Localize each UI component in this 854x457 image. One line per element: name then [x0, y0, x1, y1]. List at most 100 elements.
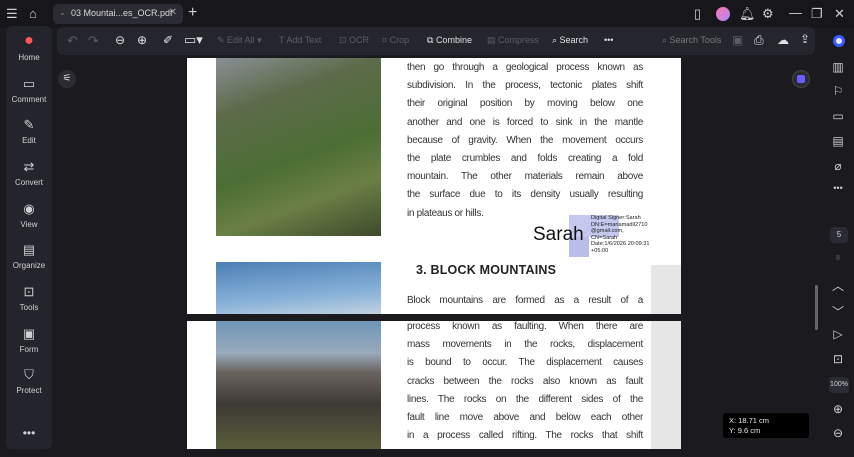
toolbar: ↶ ↷ ⊖ ⊕ ✐ ▭▾ ✎ Edit All ▾ T Add Text ⊡ O…	[57, 27, 815, 55]
bookmark-icon[interactable]: ⚐	[822, 84, 854, 98]
sidebar-label: Convert	[14, 178, 43, 187]
pdf-page: then go through a geological process kno…	[187, 58, 681, 449]
sidebar-label: Tools	[19, 303, 39, 312]
undo-icon[interactable]: ↶	[67, 33, 78, 49]
mountain-valley-image	[216, 58, 381, 236]
chat-assistant-icon[interactable]	[792, 70, 810, 88]
sidebar-label: Form	[19, 345, 39, 354]
add-text-button[interactable]: T Add Text	[279, 35, 321, 45]
cursor-coordinates: X: 18.71 cm Y: 9.6 cm	[723, 413, 809, 438]
sig-line: CN=Sarah	[591, 234, 618, 241]
zoom-in-icon[interactable]: ⊕	[137, 33, 147, 47]
compress-button[interactable]: ▤ Compress	[487, 35, 539, 46]
highlight-icon[interactable]: ✐	[163, 33, 173, 47]
sidebar-item-convert[interactable]: ⇄ Convert	[6, 159, 52, 187]
close-tab-icon[interactable]: ✕	[169, 7, 177, 18]
scrollbar[interactable]	[815, 285, 818, 330]
minimize-icon[interactable]: —	[789, 5, 802, 21]
layers-icon[interactable]: ▤	[822, 134, 854, 148]
crop-button[interactable]: ⌗ Crop	[382, 35, 409, 46]
zoom-in-icon[interactable]: ⊕	[822, 402, 854, 416]
ai-assistant-icon[interactable]	[833, 35, 845, 47]
zoom-level[interactable]: 100%	[829, 377, 849, 393]
text-line: is bound to occur. The displacement caus…	[407, 357, 643, 369]
sky-mountain-image	[216, 262, 381, 317]
paragraph-1: then go through a geological process kno…	[407, 59, 643, 223]
more-icon[interactable]: •••	[822, 183, 854, 193]
text-line: lines. The rocks on the different sides …	[407, 393, 643, 405]
paragraph-3: process known as faulting. When there ar…	[407, 318, 643, 445]
zoom-out-icon[interactable]: ⊖	[822, 426, 854, 440]
search-button[interactable]: ⌕ Search	[552, 35, 588, 46]
redo-icon[interactable]: ↷	[88, 33, 99, 49]
search-tools-input[interactable]: ⌕ Search Tools	[662, 35, 721, 46]
home-logo-icon: ●	[24, 32, 34, 49]
sidebar-item-tools[interactable]: ⊡ Tools	[6, 284, 52, 312]
text-line: their original position by moving below …	[407, 98, 643, 110]
sidebar-item-comment[interactable]: ▭ Comment	[6, 76, 52, 104]
sidebar-item-home[interactable]: ● Home	[6, 32, 52, 62]
more-options-icon[interactable]: •••	[604, 35, 613, 45]
page-margin-block	[651, 265, 681, 449]
signature-name: Sarah	[533, 224, 584, 245]
rectangle-icon[interactable]: ▭▾	[184, 32, 203, 48]
text-line: subdivision. In the process, tectonic pl…	[407, 80, 643, 92]
text-line: Block mountains are formed as a result o…	[407, 295, 643, 306]
properties-icon[interactable]: ▥	[822, 60, 854, 74]
compress-label: Compress	[498, 35, 540, 45]
sidebar-item-form[interactable]: ▣ Form	[6, 326, 52, 354]
current-page-input[interactable]: 5	[830, 227, 848, 243]
add-text-label: Add Text	[286, 35, 322, 45]
signature-details: Digital Signer:Sarah DN:E=mariamadil2710…	[591, 215, 649, 255]
home-icon[interactable]: ⌂	[29, 6, 37, 22]
sidebar-label: Comment	[11, 95, 47, 104]
fit-page-icon[interactable]: ⊡	[822, 352, 854, 366]
text-line: in a process called rifting. The rocks t…	[407, 430, 643, 442]
filter-settings-icon[interactable]: ⚟	[58, 70, 76, 88]
print-icon[interactable]: ⎙	[754, 33, 764, 48]
combine-button[interactable]: ⧉ Combine	[427, 35, 472, 46]
gear-icon[interactable]: ⚙	[762, 6, 774, 22]
comments-icon[interactable]: ▭	[822, 109, 854, 123]
sidebar-label: Home	[18, 53, 40, 62]
document-tab[interactable]: ⌄ 03 Mountai...es_OCR.pdf ✕	[53, 4, 183, 24]
sidebar-item-view[interactable]: ◉ View	[6, 201, 52, 229]
cloud-upload-icon[interactable]: ☁	[777, 33, 789, 47]
sig-line: DN:E=mariamadil2710	[591, 221, 648, 228]
menu-icon[interactable]: ☰	[6, 6, 18, 22]
avatar[interactable]	[716, 7, 730, 21]
ocr-button[interactable]: ⊡ OCR	[339, 35, 369, 46]
sidebar-label: Organize	[12, 261, 46, 270]
sidebar-item-organize[interactable]: ▤ Organize	[6, 242, 52, 270]
sidebar-label: Protect	[16, 386, 42, 395]
more-icon[interactable]: •••	[6, 426, 52, 440]
crop-label: Crop	[389, 35, 410, 45]
text-line: another and one is forced to sink in the…	[407, 116, 643, 128]
sig-line: Digital Signer:Sarah	[591, 215, 641, 221]
convert-icon: ⇄	[23, 159, 35, 174]
previous-page-icon[interactable]: ︿	[822, 277, 854, 294]
next-page-icon[interactable]: ﹀	[822, 303, 854, 320]
paragraph-2: Block mountains are formed as a result o…	[407, 292, 643, 310]
sidebar-label: Edit	[22, 136, 36, 145]
select-cursor-icon[interactable]: ▷	[822, 327, 854, 341]
text-line: because of gravity. When the movement oc…	[407, 134, 643, 146]
text-line: mass movements in the rocks, displacemen…	[407, 339, 643, 351]
page-break	[187, 314, 681, 321]
attachment-icon[interactable]: ⌀	[822, 159, 854, 173]
save-icon[interactable]: ▣	[732, 33, 743, 47]
share-icon[interactable]: ⇪	[800, 32, 810, 46]
new-tab-icon[interactable]: +	[188, 5, 197, 21]
bell-icon[interactable]: 🔔︎	[739, 6, 756, 22]
tablet-icon[interactable]: ▯	[694, 6, 701, 22]
sidebar-item-edit[interactable]: ✎ Edit	[6, 117, 52, 145]
close-window-icon[interactable]: ✕	[834, 6, 845, 22]
rocky-peak-image	[216, 321, 381, 449]
edit-all-button[interactable]: ✎ Edit All ▾	[217, 35, 262, 46]
title-bar: ☰ ⌂ ⌄ 03 Mountai...es_OCR.pdf ✕ + ▯ 🔔︎ ⚙…	[0, 0, 854, 28]
zoom-out-icon[interactable]: ⊖	[115, 33, 125, 47]
left-sidebar: ● Home ▭ Comment ✎ Edit ⇄ Convert ◉ View ▤ Org…	[6, 26, 52, 449]
chevron-down-icon: ⌄	[59, 8, 66, 17]
restore-icon[interactable]: ❐	[811, 6, 823, 22]
sidebar-item-protect[interactable]: ⛉ Protect	[6, 367, 52, 395]
